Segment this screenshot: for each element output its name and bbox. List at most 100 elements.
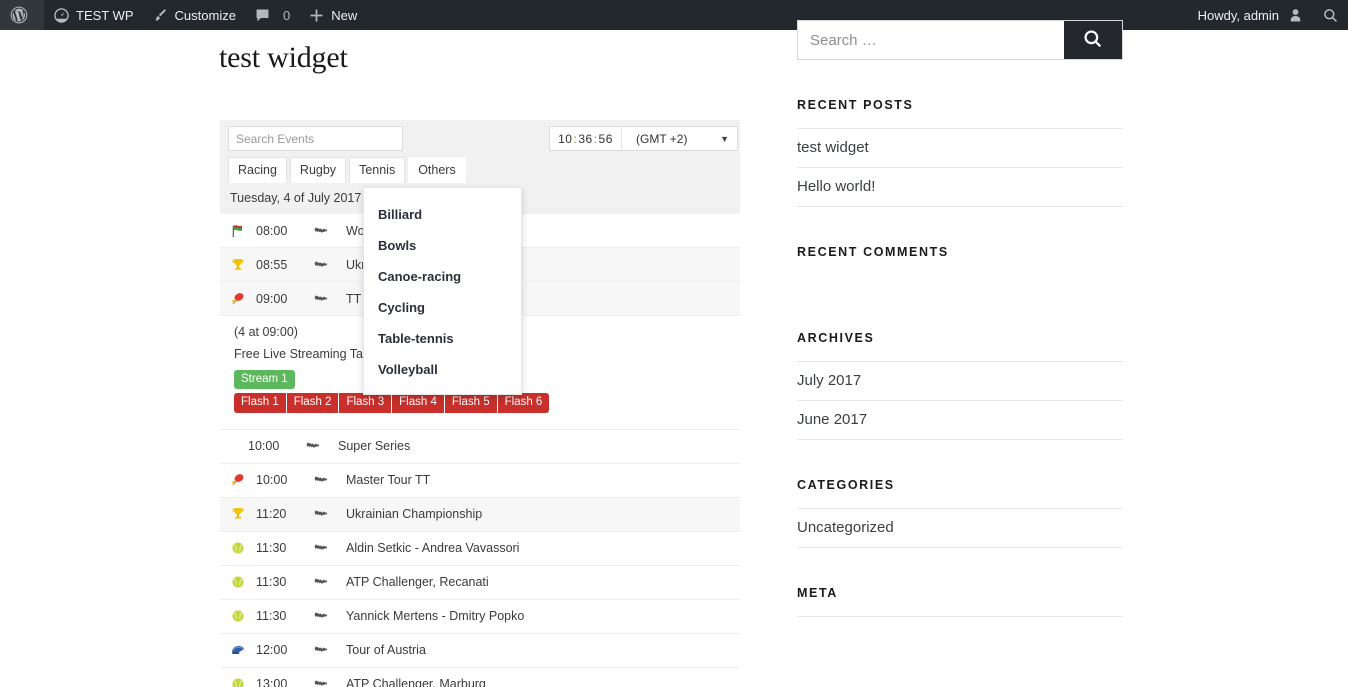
sidebar-search-form [797, 20, 1123, 60]
table-tennis-paddle-icon [220, 472, 256, 488]
event-row[interactable]: 10:00 Super Series [220, 429, 740, 464]
new-content-menu[interactable]: New [299, 0, 366, 30]
event-name: Master Tour TT [346, 473, 431, 488]
widget-archives: Archives July 2017 June 2017 [797, 331, 1123, 440]
site-name-label: TEST WP [76, 7, 134, 23]
event-time: 11:30 [256, 575, 287, 590]
event-name: Yannick Mertens - Dmitry Popko [346, 609, 525, 624]
clock-seconds: 56 [598, 131, 613, 146]
dropdown-item-table-tennis[interactable]: Table-tennis [364, 323, 521, 354]
wordpress-logo-icon [9, 5, 29, 25]
category-link[interactable]: Uncategorized [797, 509, 1123, 547]
widget-toolbar: 10 : 36 : 56 (GMT +2) ▼ [220, 120, 740, 157]
site-name-menu[interactable]: TEST WP [44, 0, 143, 30]
dropdown-item-volleyball[interactable]: Volleyball [364, 354, 521, 385]
others-dropdown-menu: Billiard Bowls Canoe-racing Cycling Tabl… [363, 187, 522, 395]
trophy-icon [220, 506, 256, 522]
world-map-icon [304, 293, 338, 305]
archive-link[interactable]: July 2017 [797, 362, 1123, 400]
customize-menu[interactable]: Customize [143, 0, 245, 30]
widget-clock: 10 : 36 : 56 [550, 127, 622, 150]
user-avatar-icon [1287, 7, 1304, 24]
world-map-icon [304, 508, 338, 520]
stream-badge[interactable]: Stream 1 [234, 370, 295, 390]
comments-menu[interactable]: 0 [245, 0, 299, 30]
widget-title: Categories [797, 478, 895, 492]
comment-bubble-icon [254, 7, 271, 24]
search-events-input[interactable] [228, 126, 403, 151]
timezone-select[interactable]: (GMT +2) ▼ [622, 127, 737, 150]
list-item: Hello world! [797, 168, 1123, 207]
dropdown-item-canoe-racing[interactable]: Canoe-racing [364, 261, 521, 292]
tennis-ball-icon [220, 575, 256, 589]
event-row[interactable]: 11:30 Aldin Setkic - Andrea Vavassori [220, 531, 740, 566]
widget-title: Recent Comments [797, 245, 949, 259]
tab-tennis[interactable]: Tennis [349, 157, 406, 183]
sport-tabs: Racing Rugby Tennis Others [220, 157, 740, 183]
customize-label: Customize [174, 7, 236, 23]
clock-timezone-group: 10 : 36 : 56 (GMT +2) ▼ [549, 126, 738, 151]
world-map-icon [304, 644, 338, 656]
event-time: 12:00 [256, 643, 288, 658]
dropdown-item-bowls[interactable]: Bowls [364, 230, 521, 261]
flash-badge[interactable]: Flash 6 [497, 393, 550, 413]
event-name: ATP Challenger, Recanati [346, 575, 489, 590]
flash-badge[interactable]: Flash 1 [234, 393, 287, 413]
event-row[interactable]: 11:20 Ukrainian Championship [220, 497, 740, 532]
dashboard-icon [53, 7, 70, 24]
event-row[interactable]: 11:30 ATP Challenger, Recanati [220, 565, 740, 600]
recent-post-link[interactable]: test widget [797, 129, 1123, 167]
archives-list: July 2017 June 2017 [797, 361, 1123, 440]
dropdown-item-cycling[interactable]: Cycling [364, 292, 521, 323]
tab-rugby[interactable]: Rugby [289, 157, 347, 183]
world-map-icon [304, 474, 338, 486]
sport-events-widget: 10 : 36 : 56 (GMT +2) ▼ Racing Rugby Ten… [220, 120, 740, 687]
search-icon [1082, 28, 1104, 53]
widget-title: Archives [797, 331, 875, 345]
search-submit-button[interactable] [1064, 21, 1122, 59]
dropdown-item-billiard[interactable]: Billiard [364, 199, 521, 230]
new-content-label: New [331, 7, 358, 23]
tennis-ball-icon [220, 677, 256, 687]
event-row[interactable]: 13:00 ATP Challenger, Marburg [220, 667, 740, 687]
widget-recent-comments: Recent Comments [797, 245, 1123, 293]
tab-racing[interactable]: Racing [228, 157, 287, 183]
flash-badge[interactable]: Flash 3 [339, 393, 393, 413]
event-time: 13:00 [256, 677, 288, 687]
wp-admin-bar: TEST WP Customize 0 New Howdy, admin [0, 0, 1348, 30]
recent-comments-empty [797, 275, 1123, 293]
search-input[interactable] [798, 21, 1064, 59]
archive-link[interactable]: June 2017 [797, 401, 1123, 439]
recent-post-link[interactable]: Hello world! [797, 168, 1123, 206]
page-content: test widget 10 : 36 : 56 (GMT +2) ▼ Raci [0, 20, 1348, 687]
recent-posts-list: test widget Hello world! [797, 128, 1123, 207]
racing-flag-icon [220, 223, 256, 239]
world-map-icon [304, 576, 338, 588]
flash-badge[interactable]: Flash 5 [444, 393, 498, 413]
search-icon [1322, 7, 1339, 24]
list-item: test widget [797, 129, 1123, 168]
plus-icon [308, 7, 325, 24]
table-tennis-paddle-icon [220, 291, 256, 307]
world-map-icon [304, 678, 338, 687]
list-item: June 2017 [797, 401, 1123, 440]
flash-badge[interactable]: Flash 2 [286, 393, 340, 413]
comments-count: 0 [282, 7, 291, 23]
tab-others[interactable]: Others [408, 157, 466, 183]
event-row[interactable]: 11:30 Yannick Mertens - Dmitry Popko [220, 599, 740, 634]
event-row[interactable]: 12:00 Tour of Austria [220, 633, 740, 668]
trophy-icon [220, 257, 256, 273]
event-row[interactable]: 10:00 Master Tour TT [220, 463, 740, 498]
adminbar-search-button[interactable] [1313, 0, 1348, 30]
widget-title: Meta [797, 586, 838, 600]
cycling-helmet-icon [220, 642, 256, 658]
event-name: Ukrainian Championship [346, 507, 483, 522]
event-time: 09:00 [256, 291, 288, 306]
main-column: test widget [219, 30, 759, 77]
widget-title: Recent Posts [797, 98, 914, 112]
event-time: 11:30 [256, 541, 287, 556]
wp-logo-menu[interactable] [0, 0, 44, 30]
flash-badge[interactable]: Flash 4 [392, 393, 445, 413]
my-account-menu[interactable]: Howdy, admin [1189, 0, 1313, 30]
event-time: 11:30 [256, 609, 287, 624]
